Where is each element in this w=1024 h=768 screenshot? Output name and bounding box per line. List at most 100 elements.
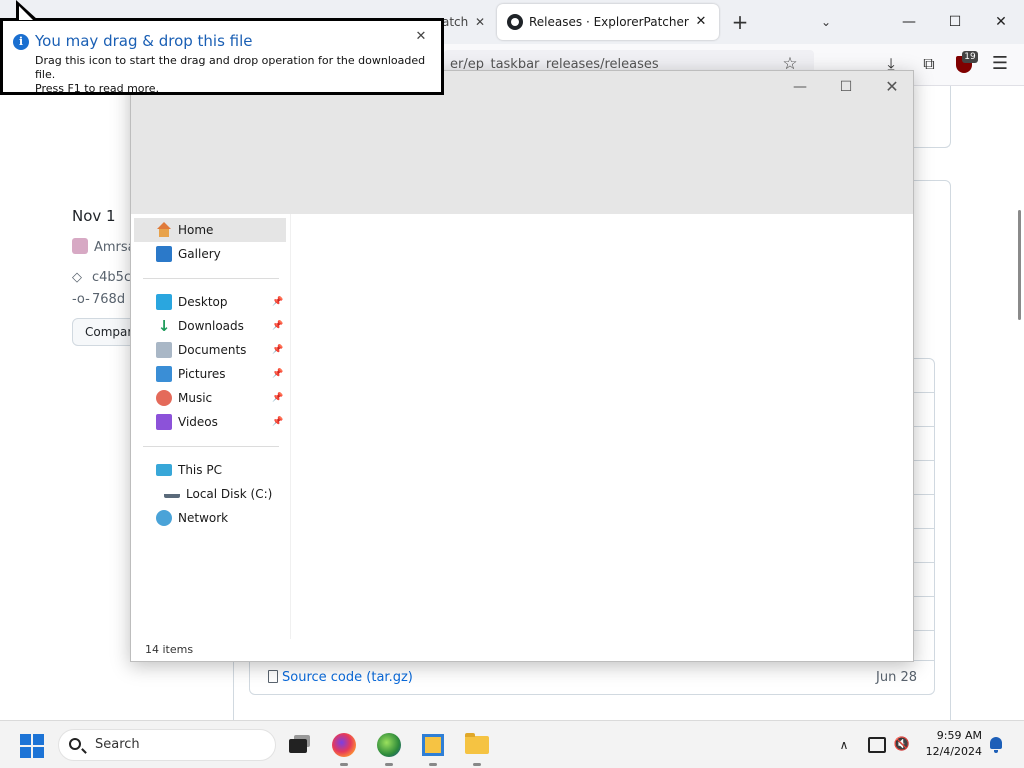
- explorer-minimize-button[interactable]: —: [777, 75, 823, 99]
- nav-separator: [143, 446, 279, 447]
- home-icon: [156, 222, 172, 238]
- tab-previous-close-icon[interactable]: ✕: [472, 6, 488, 38]
- nav-item-label: Videos: [178, 415, 218, 429]
- nav-item-videos[interactable]: Videos 📌: [134, 410, 286, 434]
- tooltip-pointer-inner: [19, 6, 33, 20]
- file-explorer-app-icon[interactable]: [463, 731, 491, 766]
- nav-item-label: Music: [178, 391, 213, 405]
- documents-icon: [156, 342, 172, 358]
- nav-item-this-pc[interactable]: This PC: [134, 458, 286, 482]
- nav-item-label: Pictures: [178, 367, 226, 381]
- ublock-icon[interactable]: 19: [950, 50, 978, 78]
- tab-releases-close-icon[interactable]: ✕: [693, 4, 709, 40]
- hamburger-menu-icon[interactable]: ☰: [986, 50, 1014, 78]
- start-windows-icon[interactable]: [20, 734, 44, 758]
- taskbar: Search ∧ 🔇 9:59 AM 12/4/2024: [0, 720, 1024, 768]
- nav-item-downloads[interactable]: ↓ Downloads 📌: [134, 314, 286, 338]
- tooltip-title: You may drag & drop this file: [35, 32, 253, 50]
- drive-icon: [164, 486, 180, 498]
- notification-bell-icon[interactable]: [986, 735, 1006, 755]
- search-icon: [69, 738, 81, 750]
- system-clock[interactable]: 9:59 AM 12/4/2024: [918, 728, 982, 760]
- nav-item-network[interactable]: Network: [134, 506, 286, 530]
- nav-item-label: Desktop: [178, 295, 228, 309]
- nav-item-label: Home: [178, 223, 214, 237]
- source-code-type: (tar.gz): [366, 670, 413, 685]
- release-author[interactable]: Amrsa: [72, 238, 136, 255]
- desktop-icon: [156, 294, 172, 310]
- tooltip-line-1: Drag this icon to start the drag and dro…: [35, 54, 426, 81]
- clock-time: 9:59 AM: [936, 729, 982, 742]
- tooltip-body: Drag this icon to start the drag and dro…: [35, 54, 435, 96]
- explorer-close-button[interactable]: ✕: [869, 75, 915, 99]
- nav-item-label: Local Disk (C:): [186, 487, 273, 501]
- nav-item-label: Network: [178, 511, 229, 525]
- videos-icon: [156, 414, 172, 430]
- tab-previous[interactable]: atch ✕: [440, 6, 492, 38]
- new-tab-icon[interactable]: +: [728, 8, 752, 36]
- release-date: Nov 1: [72, 207, 116, 225]
- pin-icon[interactable]: 📌: [272, 290, 283, 314]
- release-commit[interactable]: -o- 768d: [72, 292, 125, 307]
- download-arrow-icon: ↓: [157, 317, 171, 335]
- nav-item-label: Gallery: [178, 247, 221, 261]
- release-tag-name: c4b5c: [92, 270, 132, 285]
- pictures-icon: [156, 366, 172, 382]
- network-status-icon[interactable]: [866, 735, 886, 755]
- tooltip-line-2: Press F1 to read more.: [35, 82, 160, 95]
- source-code-label: Source code: [282, 670, 363, 685]
- explorer-navigation-pane: Home Gallery Desktop 📌 ↓ Downloads 📌 Doc…: [131, 214, 291, 639]
- pin-icon[interactable]: 📌: [272, 314, 283, 338]
- pin-icon[interactable]: 📌: [272, 338, 283, 362]
- avatar: [72, 238, 88, 254]
- taskbar-search-placeholder: Search: [95, 737, 140, 752]
- tooltip-close-icon[interactable]: ✕: [413, 29, 429, 45]
- release-commit-hash: 768d: [92, 292, 126, 307]
- commit-icon: -o-: [72, 292, 90, 307]
- pin-icon[interactable]: 📌: [272, 362, 283, 386]
- nav-item-music[interactable]: Music 📌: [134, 386, 286, 410]
- release-tag[interactable]: ◇ c4b5c: [72, 270, 131, 285]
- computer-icon: [156, 464, 172, 476]
- music-icon: [156, 390, 172, 406]
- nav-item-label: Downloads: [178, 319, 244, 333]
- clock-date: 12/4/2024: [925, 745, 982, 758]
- browser-minimize-button[interactable]: —: [886, 6, 932, 38]
- gallery-icon: [156, 246, 172, 262]
- volume-muted-icon[interactable]: 🔇: [892, 735, 912, 755]
- tab-list-chevron-icon[interactable]: ⌄: [814, 8, 838, 36]
- ublock-badge: 19: [962, 51, 978, 63]
- tab-releases-title: Releases · ExplorerPatcher/ep_t: [529, 15, 689, 29]
- file-zip-icon: [268, 670, 278, 683]
- source-code-tar-link[interactable]: Source code (tar.gz): [268, 668, 413, 688]
- nav-item-desktop[interactable]: Desktop 📌: [134, 290, 286, 314]
- browser-maximize-button[interactable]: ☐: [932, 6, 978, 38]
- nav-item-label: This PC: [178, 463, 222, 477]
- pin-icon[interactable]: 📌: [272, 386, 283, 410]
- taskbar-search-box[interactable]: Search: [58, 729, 276, 761]
- source-code-date: Jun 28: [876, 670, 917, 685]
- firefox-app-icon[interactable]: [330, 731, 358, 766]
- tray-overflow-chevron-icon[interactable]: ∧: [834, 733, 854, 757]
- pin-icon[interactable]: 📌: [272, 410, 283, 434]
- network-icon: [156, 510, 172, 526]
- tab-releases[interactable]: Releases · ExplorerPatcher/ep_t ✕: [497, 4, 719, 40]
- explorer-maximize-button[interactable]: ☐: [823, 75, 869, 99]
- file-explorer-window: — ☐ ✕ Home Gallery Desktop 📌 ↓ Downloads…: [130, 70, 914, 662]
- browser-close-button[interactable]: ✕: [978, 6, 1024, 38]
- page-scrollbar[interactable]: [1018, 210, 1021, 320]
- download-manager-app-icon[interactable]: [375, 731, 403, 766]
- task-view-app-icon[interactable]: [286, 731, 314, 759]
- virtualbox-app-icon[interactable]: [419, 731, 447, 766]
- nav-item-documents[interactable]: Documents 📌: [134, 338, 286, 362]
- nav-item-home[interactable]: Home: [134, 218, 286, 242]
- extensions-icon[interactable]: ⧉: [915, 50, 943, 78]
- status-bar-item-count: 14 items: [145, 643, 194, 656]
- nav-separator: [143, 278, 279, 279]
- nav-item-label: Documents: [178, 343, 247, 357]
- nav-item-gallery[interactable]: Gallery: [134, 242, 286, 266]
- info-icon: i: [13, 34, 29, 50]
- nav-item-pictures[interactable]: Pictures 📌: [134, 362, 286, 386]
- nav-item-local-disk[interactable]: Local Disk (C:): [134, 482, 286, 506]
- drag-drop-tooltip[interactable]: i You may drag & drop this file Drag thi…: [0, 18, 444, 95]
